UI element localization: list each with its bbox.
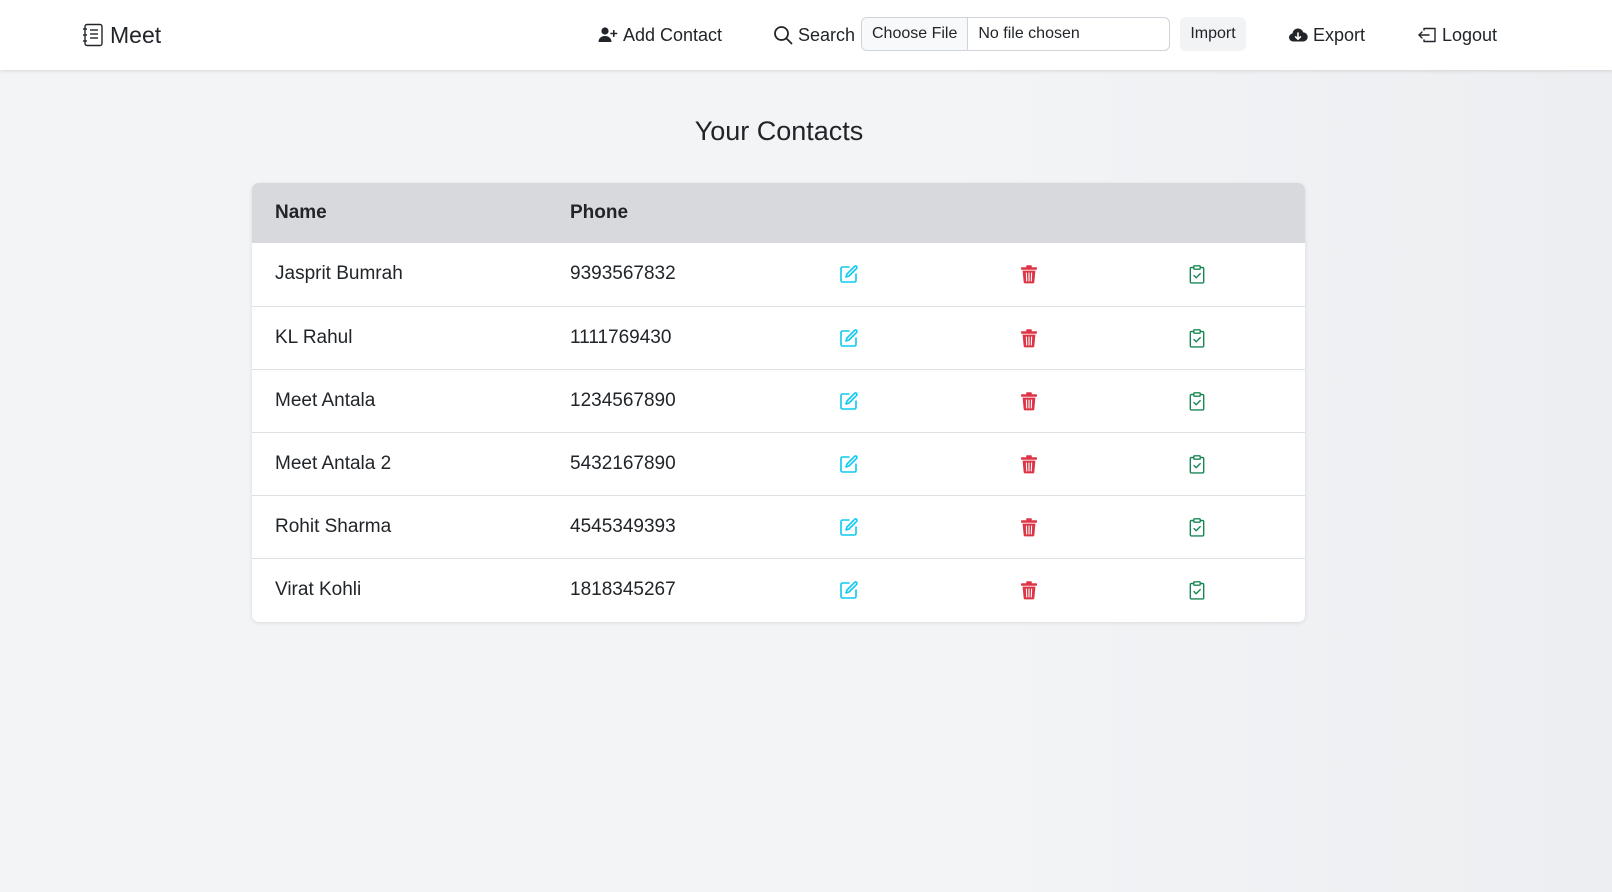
page-title: Your Contacts xyxy=(694,116,864,146)
delete-button[interactable] xyxy=(1018,243,1040,305)
trash-icon xyxy=(1021,455,1037,474)
clipboard-check-icon xyxy=(1189,518,1205,537)
table-row: KL Rahul 1111769430 xyxy=(252,306,1305,369)
trash-icon xyxy=(1021,518,1037,537)
trash-icon xyxy=(1021,392,1037,411)
edit-button[interactable] xyxy=(838,559,860,621)
table-header: Name Phone xyxy=(252,183,1305,243)
search-icon xyxy=(774,26,793,45)
edit-button[interactable] xyxy=(838,243,860,305)
add-contact-link[interactable]: Add Contact xyxy=(598,20,722,50)
trash-icon xyxy=(1021,329,1037,348)
clipboard-button[interactable] xyxy=(1186,559,1208,621)
add-contact-label: Add Contact xyxy=(623,24,723,45)
contacts-table: Name Phone Jasprit Bumrah 9393567832 KL … xyxy=(252,183,1305,622)
table-row: Meet Antala 1234567890 xyxy=(252,369,1305,432)
pencil-square-icon xyxy=(840,518,858,536)
cloud-download-icon xyxy=(1289,28,1308,42)
brand-link[interactable]: Meet xyxy=(82,19,161,51)
pencil-square-icon xyxy=(840,329,858,347)
column-header-phone: Phone xyxy=(570,202,629,223)
trash-icon xyxy=(1021,265,1037,284)
file-input[interactable]: Choose File No file chosen xyxy=(861,17,1170,51)
person-plus-icon xyxy=(598,27,618,42)
clipboard-check-icon xyxy=(1189,392,1205,411)
box-arrow-left-icon xyxy=(1418,27,1436,43)
delete-button[interactable] xyxy=(1018,307,1040,369)
table-body: Jasprit Bumrah 9393567832 KL Rahul 11117… xyxy=(252,243,1305,621)
delete-button[interactable] xyxy=(1018,496,1040,558)
table-row: Jasprit Bumrah 9393567832 xyxy=(252,243,1305,306)
notebook-icon xyxy=(83,23,103,47)
delete-button[interactable] xyxy=(1018,433,1040,495)
clipboard-check-icon xyxy=(1189,329,1205,348)
table-row: Meet Antala 2 5432167890 xyxy=(252,432,1305,495)
edit-button[interactable] xyxy=(838,307,860,369)
contact-name: Meet Antala 2 xyxy=(275,453,392,474)
navbar: Meet Add Contact Search Choose File No f… xyxy=(0,0,1612,70)
export-label: Export xyxy=(1313,24,1366,45)
logout-link[interactable]: Logout xyxy=(1417,20,1497,50)
contact-name: KL Rahul xyxy=(275,327,353,348)
clipboard-button[interactable] xyxy=(1186,370,1208,432)
import-button[interactable]: Import xyxy=(1180,17,1246,51)
clipboard-button[interactable] xyxy=(1186,307,1208,369)
clipboard-check-icon xyxy=(1189,265,1205,284)
pencil-square-icon xyxy=(840,581,858,599)
edit-button[interactable] xyxy=(838,433,860,495)
contact-name: Meet Antala xyxy=(275,390,376,411)
clipboard-check-icon xyxy=(1189,581,1205,600)
delete-button[interactable] xyxy=(1018,370,1040,432)
pencil-square-icon xyxy=(840,455,858,473)
contact-name: Virat Kohli xyxy=(275,579,362,600)
pencil-square-icon xyxy=(840,265,858,283)
logout-label: Logout xyxy=(1442,24,1498,45)
contact-phone: 1111769430 xyxy=(570,327,672,348)
contact-phone: 4545349393 xyxy=(570,516,676,537)
clipboard-button[interactable] xyxy=(1186,496,1208,558)
trash-icon xyxy=(1021,581,1037,600)
search-link[interactable]: Search xyxy=(773,20,855,50)
table-row: Virat Kohli 1818345267 xyxy=(252,558,1305,621)
delete-button[interactable] xyxy=(1018,559,1040,621)
choose-file-button[interactable]: Choose File xyxy=(862,18,969,50)
search-label: Search xyxy=(798,24,856,45)
contact-name: Jasprit Bumrah xyxy=(275,263,403,284)
pencil-square-icon xyxy=(840,392,858,410)
clipboard-check-icon xyxy=(1189,455,1205,474)
export-link[interactable]: Export xyxy=(1288,20,1365,50)
contact-phone: 1234567890 xyxy=(570,390,676,411)
clipboard-button[interactable] xyxy=(1186,433,1208,495)
edit-button[interactable] xyxy=(838,370,860,432)
column-header-name: Name xyxy=(275,202,327,223)
contact-phone: 5432167890 xyxy=(570,453,676,474)
contact-name: Rohit Sharma xyxy=(275,516,392,537)
edit-button[interactable] xyxy=(838,496,860,558)
clipboard-button[interactable] xyxy=(1186,243,1208,305)
file-status-text: No file chosen xyxy=(978,25,1080,42)
table-row: Rohit Sharma 4545349393 xyxy=(252,495,1305,558)
contact-phone: 1818345267 xyxy=(570,579,676,600)
contact-phone: 9393567832 xyxy=(570,263,676,284)
brand-label: Meet xyxy=(110,21,162,48)
